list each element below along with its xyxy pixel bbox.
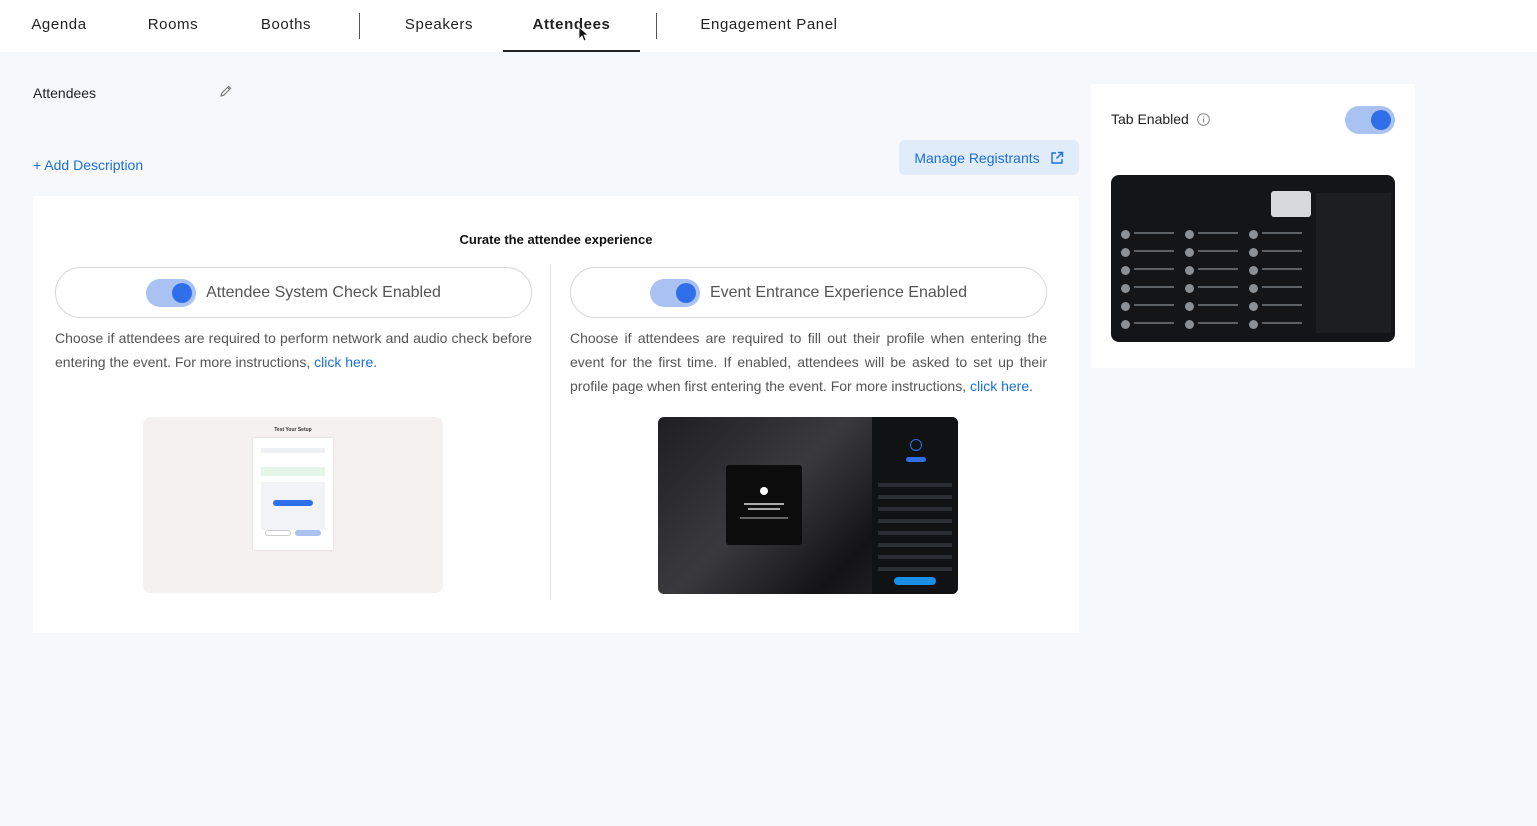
tab-agenda[interactable]: Agenda	[20, 0, 98, 52]
tab-divider	[656, 13, 657, 39]
preview-create-profile-button	[894, 577, 936, 585]
system-check-description: Choose if attendees are required to perf…	[55, 326, 532, 374]
system-check-label: Attendee System Check Enabled	[206, 283, 441, 301]
column-divider	[550, 264, 551, 600]
preview-event-modal	[726, 465, 802, 545]
entrance-experience-description: Choose if attendees are required to fill…	[570, 326, 1047, 398]
tab-attendees[interactable]: Attendees	[503, 0, 640, 52]
entrance-experience-toggle[interactable]	[649, 278, 700, 307]
system-check-help-link[interactable]: click here	[314, 354, 373, 370]
tab-rooms[interactable]: Rooms	[138, 0, 208, 52]
manage-registrants-button[interactable]: Manage Registrants	[899, 140, 1079, 175]
tab-speakers[interactable]: Speakers	[396, 0, 482, 52]
attendee-experience-card: Curate the attendee experience Attendee …	[33, 196, 1079, 633]
pencil-icon[interactable]	[219, 84, 233, 98]
tab-enabled-row: Tab Enabled	[1111, 111, 1210, 127]
tab-enabled-label: Tab Enabled	[1111, 111, 1189, 127]
system-check-description-text: Choose if attendees are required to perf…	[55, 330, 532, 370]
system-check-toggle[interactable]	[146, 278, 197, 307]
preview-video-thumbnail	[1271, 191, 1311, 217]
info-icon[interactable]	[1197, 112, 1210, 126]
entrance-experience-label: Event Entrance Experience Enabled	[709, 283, 968, 301]
entrance-experience-preview-image	[658, 417, 958, 594]
preview-register-panel	[872, 417, 958, 594]
page-title: Attendees	[33, 85, 97, 101]
tab-divider	[359, 13, 360, 39]
tab-booths[interactable]: Booths	[250, 0, 322, 52]
entrance-help-link[interactable]: click here	[970, 378, 1029, 394]
add-description-link[interactable]: + Add Description	[33, 157, 143, 173]
entrance-experience-pill: Event Entrance Experience Enabled	[570, 267, 1047, 318]
period: .	[1029, 378, 1034, 394]
system-check-preview-image: Test Your Setup	[143, 417, 443, 593]
tab-enabled-toggle[interactable]	[1345, 106, 1395, 134]
attendees-tab-preview-image	[1111, 175, 1395, 342]
period: .	[373, 354, 378, 370]
external-link-icon	[1050, 151, 1063, 164]
tab-engagement-panel[interactable]: Engagement Panel	[692, 0, 846, 52]
card-title: Curate the attendee experience	[459, 232, 653, 247]
system-check-pill: Attendee System Check Enabled	[55, 267, 532, 318]
manage-registrants-label: Manage Registrants	[914, 149, 1040, 166]
preview-setup-title: Test Your Setup	[274, 427, 312, 433]
preview-setup-sheet	[253, 438, 333, 550]
mouse-cursor-icon	[578, 26, 588, 42]
preview-chat-panel	[1316, 193, 1391, 333]
tab-settings-card: Tab Enabled	[1091, 84, 1415, 368]
top-tab-bar: Agenda Rooms Booths Speakers Attendees E…	[0, 0, 1537, 52]
